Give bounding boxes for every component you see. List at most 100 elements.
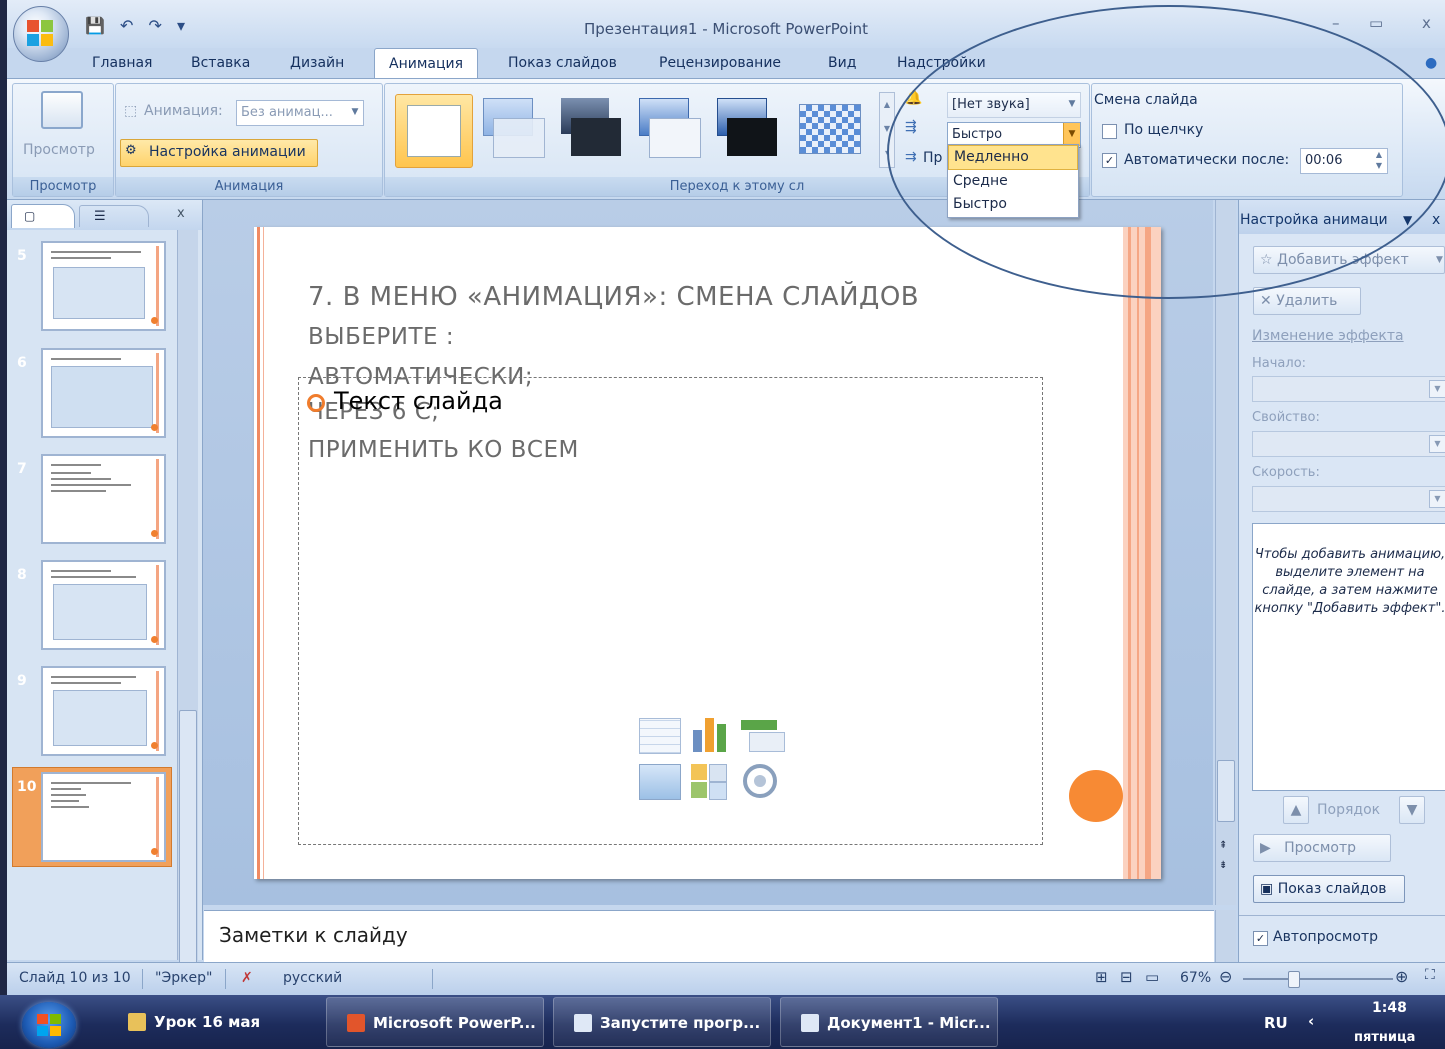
preview-icon[interactable] xyxy=(41,91,83,129)
transition-fade-thumb[interactable] xyxy=(479,98,545,160)
prev-slide-icon[interactable]: ⇞ xyxy=(1219,840,1227,851)
title-line: 7. В МЕНЮ «АНИМАЦИЯ»: СМЕНА СЛАЙДОВ xyxy=(308,282,920,312)
insert-table-icon[interactable] xyxy=(639,718,681,754)
slideshow-button[interactable]: ▣ Показ слайдов xyxy=(1253,875,1405,903)
insert-content-icons xyxy=(639,718,789,808)
zoom-slider[interactable] xyxy=(1243,978,1393,980)
sorter-view-icon[interactable]: ⊟ xyxy=(1120,968,1133,986)
tray-expand-icon[interactable]: ‹ xyxy=(1308,1012,1314,1030)
autopreview-checkbox[interactable]: ✓ xyxy=(1253,931,1268,946)
slides-panel: ▢ ☰ x 5 6 7 8 9 10 xyxy=(7,200,203,974)
title-line: ВЫБЕРИТЕ : xyxy=(308,324,455,350)
slides-tab-icon[interactable]: ▢ xyxy=(11,204,75,228)
preview-pane-label: Просмотр xyxy=(1284,840,1356,856)
insert-picture-icon[interactable] xyxy=(639,764,681,800)
minimize-button[interactable]: – xyxy=(1332,14,1340,32)
remove-icon: ✕ xyxy=(1260,293,1272,309)
outline-tab-icon[interactable]: ☰ xyxy=(79,205,149,227)
chevron-down-icon: ▼ xyxy=(351,107,359,117)
tab-view[interactable]: Вид xyxy=(828,55,856,71)
insert-smartart-icon[interactable] xyxy=(741,718,785,752)
insert-clipart-icon[interactable] xyxy=(691,764,731,800)
restore-button[interactable]: ▭ xyxy=(1369,14,1383,32)
tab-slideshow[interactable]: Показ слайдов xyxy=(508,55,617,71)
slide-thumbnail-5[interactable] xyxy=(41,241,166,331)
zoom-out-icon[interactable]: ⊖ xyxy=(1219,967,1232,986)
editor-scrollbar[interactable]: ⇞ ⇟ xyxy=(1215,200,1236,905)
taskbar-item-powerpoint[interactable]: Microsoft PowerP... xyxy=(326,997,544,1047)
insert-chart-icon[interactable] xyxy=(691,718,731,752)
taskbar-item-folder[interactable]: Урок 16 мая xyxy=(108,997,318,1047)
powerpoint-icon xyxy=(347,1014,365,1032)
taskbar-item-label: Документ1 - Micr... xyxy=(827,1014,991,1032)
transition-cut-black-thumb[interactable] xyxy=(713,98,779,160)
custom-animation-pane: Настройка анимаци ▼ x ☆ Добавить эффект … xyxy=(1238,200,1445,962)
remove-button[interactable]: ✕ Удалить xyxy=(1253,287,1361,315)
tab-home[interactable]: Главная xyxy=(92,55,152,71)
start-field[interactable]: ▼ xyxy=(1252,376,1445,402)
speed-field[interactable]: ▼ xyxy=(1252,486,1445,512)
slide-thumbnail-7[interactable] xyxy=(41,454,166,544)
move-down-icon[interactable]: ▼ xyxy=(1399,796,1425,824)
slideshow-view-icon[interactable]: ▭ xyxy=(1145,968,1159,986)
spellcheck-icon[interactable]: ✗ xyxy=(241,970,253,986)
animation-value: Без анимац... xyxy=(241,105,333,120)
folder-icon xyxy=(128,1013,146,1031)
content-placeholder[interactable] xyxy=(298,377,1043,845)
transition-none-thumb[interactable] xyxy=(395,94,473,168)
insert-media-icon[interactable] xyxy=(741,764,781,798)
next-slide-icon[interactable]: ⇟ xyxy=(1219,860,1227,871)
zoom-slider-thumb[interactable] xyxy=(1288,971,1300,988)
close-icon[interactable]: x xyxy=(1432,200,1440,240)
language[interactable]: русский xyxy=(283,970,342,986)
input-language[interactable]: RU xyxy=(1264,1014,1288,1032)
bullet-icon xyxy=(307,394,325,412)
slideshow-label: Показ слайдов xyxy=(1277,881,1387,897)
transition-black-thumb[interactable] xyxy=(557,98,623,160)
clock-time[interactable]: 1:48 xyxy=(1372,1000,1407,1016)
slide-counter: Слайд 10 из 10 xyxy=(19,970,131,986)
property-field[interactable]: ▼ xyxy=(1252,431,1445,457)
zoom-level[interactable]: 67% xyxy=(1180,970,1211,986)
taskbar-item-word-2[interactable]: Документ1 - Micr... xyxy=(780,997,998,1047)
office-button[interactable] xyxy=(13,6,69,62)
slide-number: 5 xyxy=(17,248,27,264)
chevron-down-icon: ▼ xyxy=(1436,255,1443,265)
taskbar-item-label: Запустите прогр... xyxy=(600,1014,761,1032)
scrollbar-thumb[interactable] xyxy=(179,710,197,974)
fit-window-icon[interactable]: ⛶ xyxy=(1425,967,1435,983)
slide-number: 6 xyxy=(17,355,27,371)
tab-review[interactable]: Рецензирование xyxy=(659,55,781,71)
move-up-icon[interactable]: ▲ xyxy=(1283,796,1309,824)
start-button[interactable] xyxy=(22,1002,76,1048)
scrollbar-thumb[interactable] xyxy=(1217,760,1235,822)
placeholder-text[interactable]: Текст слайда xyxy=(334,387,503,415)
notes-pane[interactable]: Заметки к слайду xyxy=(204,910,1214,963)
panel-close-icon[interactable]: x xyxy=(177,206,185,221)
preview-button[interactable]: Просмотр xyxy=(23,142,95,158)
tab-insert[interactable]: Вставка xyxy=(191,55,250,71)
taskbar-item-word-1[interactable]: Запустите прогр... xyxy=(553,997,771,1047)
taskbar-item-label: Microsoft PowerP... xyxy=(373,1014,536,1032)
slide-thumbnail-10[interactable] xyxy=(41,772,166,862)
notes-scrollbar[interactable] xyxy=(1215,910,1236,962)
animation-combo[interactable]: Без анимац... ▼ xyxy=(236,100,364,126)
normal-view-icon[interactable]: ⊞ xyxy=(1095,968,1108,986)
slide-thumbnail-6[interactable] xyxy=(41,348,166,438)
change-effect-heading: Изменение эффекта xyxy=(1252,328,1404,344)
slide-thumbnail-9[interactable] xyxy=(41,666,166,756)
close-button[interactable]: x xyxy=(1422,14,1431,32)
decorative-circle xyxy=(1069,770,1123,822)
tab-design[interactable]: Дизайн xyxy=(290,55,344,71)
zoom-in-icon[interactable]: ⊕ xyxy=(1395,967,1408,986)
transition-dissolve-thumb[interactable] xyxy=(799,104,861,154)
transition-cut-thumb[interactable] xyxy=(635,98,701,160)
speed-label: Скорость: xyxy=(1252,465,1320,480)
panel-tabs: ▢ ☰ x xyxy=(7,200,202,230)
slides-scrollbar[interactable] xyxy=(177,230,198,974)
preview-pane-button[interactable]: ▶ Просмотр xyxy=(1253,834,1391,862)
help-icon[interactable]: ● xyxy=(1425,55,1437,71)
slide-thumbnail-8[interactable] xyxy=(41,560,166,650)
tab-animation[interactable]: Анимация xyxy=(374,48,479,80)
custom-animation-button[interactable]: ⚙ Настройка анимации xyxy=(120,139,318,167)
